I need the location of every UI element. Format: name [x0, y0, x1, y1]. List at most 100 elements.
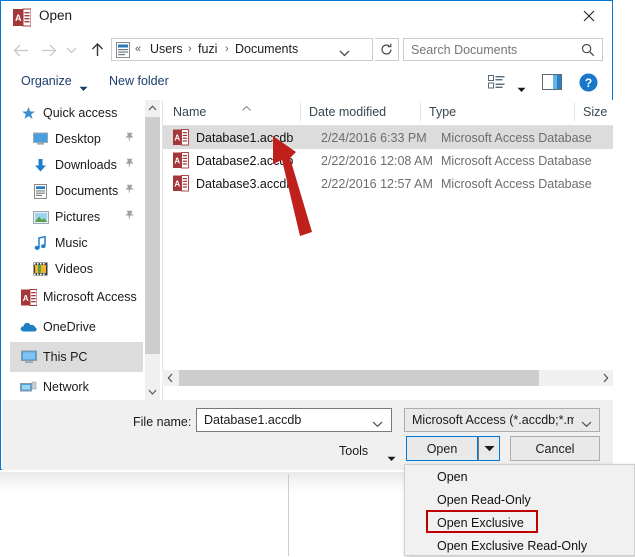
scroll-right-icon[interactable]: [597, 370, 613, 386]
file-date-modified: 2/22/2016 12:08 AM: [321, 153, 433, 168]
back-arrow-icon[interactable]: [9, 37, 33, 63]
table-row[interactable]: A Database3.accdb 2/22/2016 12:57 AM Mic…: [163, 172, 613, 195]
access-database-file-icon: A: [173, 152, 189, 169]
sidebar-item-label: Videos: [55, 262, 93, 276]
sort-ascending-icon: [241, 99, 252, 117]
downloads-icon: [32, 157, 49, 174]
chevron-down-icon[interactable]: [372, 415, 383, 433]
sidebar-scrollbar[interactable]: [145, 100, 160, 400]
table-row[interactable]: A Database2.accdb 2/22/2016 12:08 AM Mic…: [163, 149, 613, 172]
tools-button[interactable]: Tools: [339, 444, 368, 458]
breadcrumb-separator: ›: [225, 43, 229, 55]
column-header-name[interactable]: Name: [173, 105, 206, 119]
file-type-select[interactable]: Microsoft Access (*.accdb;*.mc: [404, 408, 600, 432]
sidebar-item-music[interactable]: Music: [10, 230, 143, 256]
new-folder-button[interactable]: New folder: [109, 74, 169, 88]
search-input[interactable]: Search Documents: [403, 38, 603, 61]
file-name: Database3.accdb: [196, 176, 294, 191]
sidebar-item-downloads[interactable]: Downloads: [10, 152, 143, 178]
menu-item-open-exclusive[interactable]: Open Exclusive: [405, 511, 634, 534]
sidebar-item-pictures[interactable]: Pictures: [10, 204, 143, 230]
sidebar-item-label: Documents: [55, 184, 119, 198]
svg-text:A: A: [174, 157, 180, 166]
breadcrumb-users[interactable]: Users: [150, 42, 183, 56]
column-header-size[interactable]: Size: [583, 105, 607, 119]
sidebar-item-label: Microsoft Access: [43, 290, 137, 304]
chevron-down-icon[interactable]: [339, 44, 350, 62]
dialog-footer: File name: Database1.accdb Microsoft Acc…: [2, 400, 613, 470]
navigation-bar: « Users › fuzi › Documents Search Docume…: [1, 33, 612, 66]
file-name-label: File name:: [133, 415, 192, 429]
column-divider[interactable]: [300, 103, 301, 121]
sidebar-item-videos[interactable]: Videos: [10, 256, 143, 282]
command-toolbar: Organize New folder ?: [1, 66, 612, 100]
sidebar-item-documents[interactable]: Documents: [10, 178, 143, 204]
change-view-icon[interactable]: [488, 75, 505, 95]
onedrive-icon: [20, 319, 37, 336]
menu-item-open-read-only[interactable]: Open Read-Only: [405, 488, 634, 511]
sidebar-item-label: Network: [43, 380, 89, 394]
cancel-button[interactable]: Cancel: [510, 436, 600, 461]
svg-text:A: A: [22, 293, 28, 303]
menu-item-open[interactable]: Open: [405, 465, 634, 488]
search-placeholder: Search Documents: [411, 43, 518, 57]
file-type: Microsoft Access Database: [441, 176, 592, 191]
menu-item-open-exclusive-read-only[interactable]: Open Exclusive Read-Only: [405, 534, 634, 557]
pin-icon[interactable]: [124, 184, 135, 198]
help-icon[interactable]: ?: [579, 73, 598, 97]
pin-icon[interactable]: [124, 132, 135, 146]
organize-button[interactable]: Organize: [21, 74, 72, 88]
svg-text:A: A: [15, 13, 22, 23]
filelist-horizontal-scrollbar[interactable]: [162, 370, 613, 386]
close-icon[interactable]: [566, 1, 612, 31]
scrollbar-thumb[interactable]: [145, 117, 160, 354]
chevron-down-icon[interactable]: [79, 79, 88, 97]
sidebar-item-this-pc[interactable]: This PC: [10, 342, 143, 372]
file-date-modified: 2/22/2016 12:57 AM: [321, 176, 433, 191]
pin-icon[interactable]: [124, 158, 135, 172]
sidebar-item-network[interactable]: Network: [10, 372, 143, 400]
breadcrumb-overflow[interactable]: «: [135, 43, 141, 55]
forward-arrow-icon[interactable]: [36, 37, 60, 63]
pictures-icon: [32, 209, 49, 226]
file-name-input[interactable]: Database1.accdb: [196, 408, 392, 432]
chevron-down-icon[interactable]: [517, 80, 526, 98]
file-name-value: Database1.accdb: [204, 413, 302, 427]
table-row[interactable]: A Database1.accdb 2/24/2016 6:33 PM Micr…: [163, 126, 613, 149]
up-arrow-icon[interactable]: [85, 37, 109, 63]
scroll-up-icon[interactable]: [145, 100, 160, 116]
column-header-type[interactable]: Type: [429, 105, 456, 119]
refresh-icon[interactable]: [375, 38, 399, 61]
navigation-pane: Quick access Desktop Downloads Documents…: [10, 100, 143, 400]
breadcrumb-fuzi[interactable]: fuzi: [198, 42, 217, 56]
pin-icon[interactable]: [124, 210, 135, 224]
documents-icon: [32, 183, 49, 200]
address-bar[interactable]: « Users › fuzi › Documents: [111, 38, 373, 61]
access-database-file-icon: A: [173, 129, 189, 146]
search-icon[interactable]: [581, 43, 595, 62]
scroll-down-icon[interactable]: [145, 384, 160, 400]
chevron-down-icon[interactable]: [387, 449, 396, 467]
column-divider[interactable]: [574, 103, 575, 121]
desktop-icon: [32, 131, 49, 148]
microsoft-access-icon: A: [13, 8, 32, 27]
preview-pane-icon[interactable]: [542, 74, 562, 95]
background-divider: [288, 474, 289, 556]
chevron-down-icon[interactable]: [581, 415, 592, 433]
recent-locations-icon[interactable]: [62, 37, 80, 63]
sidebar-item-microsoft-access[interactable]: A Microsoft Access: [10, 282, 143, 312]
open-file-dialog: A Open « Users › fuzi › Documents Search…: [0, 0, 613, 470]
scrollbar-thumb[interactable]: [179, 370, 539, 386]
sidebar-item-onedrive[interactable]: OneDrive: [10, 312, 143, 342]
sidebar-item-quick-access[interactable]: Quick access: [10, 100, 143, 126]
scroll-left-icon[interactable]: [162, 370, 178, 386]
dropdown-arrow-icon[interactable]: [478, 436, 500, 461]
breadcrumb-documents[interactable]: Documents: [235, 42, 298, 56]
open-button[interactable]: Open: [406, 436, 478, 461]
column-header-date-modified[interactable]: Date modified: [309, 105, 386, 119]
column-divider[interactable]: [420, 103, 421, 121]
access-database-file-icon: A: [173, 175, 189, 192]
sidebar-item-desktop[interactable]: Desktop: [10, 126, 143, 152]
title-bar: A Open: [1, 1, 612, 33]
star-icon: [20, 105, 37, 122]
